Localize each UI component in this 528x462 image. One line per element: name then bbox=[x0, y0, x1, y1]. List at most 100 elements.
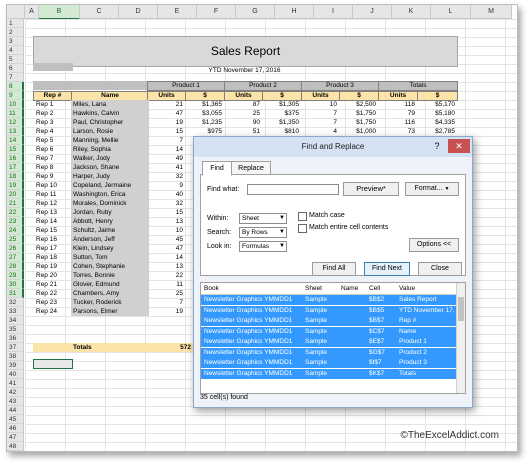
cell-u1[interactable]: 15 bbox=[147, 127, 183, 136]
results-scrollbar[interactable] bbox=[456, 283, 465, 393]
cell-u1[interactable]: 14 bbox=[147, 145, 183, 154]
select-all-corner[interactable] bbox=[7, 5, 25, 19]
row-header-27[interactable]: 27 bbox=[7, 253, 24, 262]
cell-d3[interactable]: $1,000 bbox=[339, 127, 376, 136]
cell-u1[interactable]: 22 bbox=[147, 271, 183, 280]
cell-rep[interactable]: Rep 24 bbox=[36, 307, 69, 316]
row-header-33[interactable]: 33 bbox=[7, 307, 24, 316]
cell-name[interactable]: Walker, Jody bbox=[71, 154, 149, 163]
row-header-15[interactable]: 15 bbox=[7, 145, 24, 154]
cell-u2[interactable]: 90 bbox=[224, 118, 260, 127]
results-list[interactable]: Book Sheet Name Cell Value Newsletter Gr… bbox=[200, 282, 466, 394]
cell-u1[interactable]: 15 bbox=[147, 208, 183, 217]
cell-name[interactable]: Harper, Judy bbox=[71, 172, 149, 181]
cell-d2[interactable]: $810 bbox=[262, 127, 299, 136]
row-header-43[interactable]: 43 bbox=[7, 397, 24, 406]
col-cell[interactable]: Cell bbox=[369, 285, 380, 292]
cell-dt[interactable]: $5,170 bbox=[417, 100, 455, 109]
cell-rep[interactable]: Rep 21 bbox=[36, 280, 69, 289]
column-header-c[interactable]: C bbox=[80, 5, 119, 19]
options-button[interactable]: Options << bbox=[409, 238, 459, 252]
cell-rep[interactable]: Rep 23 bbox=[36, 298, 69, 307]
cell-rep[interactable]: Rep 2 bbox=[36, 109, 69, 118]
column-header-l[interactable]: L bbox=[431, 5, 471, 19]
active-cell[interactable] bbox=[33, 359, 73, 369]
cell-d2[interactable]: $375 bbox=[262, 109, 299, 118]
row-header-30[interactable]: 30 bbox=[7, 280, 24, 289]
cell-rep[interactable]: Rep 13 bbox=[36, 208, 69, 217]
column-header-i[interactable]: I bbox=[314, 5, 353, 19]
row-header-8[interactable]: 8 bbox=[7, 82, 24, 91]
cell-u1[interactable]: 7 bbox=[147, 298, 183, 307]
row-header-23[interactable]: 23 bbox=[7, 217, 24, 226]
result-row[interactable]: Newsletter Graphics YMMDD1 Sample $G$7 Prod… bbox=[201, 347, 457, 358]
cell-name[interactable]: Sutton, Tom bbox=[71, 253, 149, 262]
help-icon[interactable]: ? bbox=[430, 139, 444, 153]
cell-d1[interactable]: $3,055 bbox=[185, 109, 222, 118]
row-header-2[interactable]: 2 bbox=[7, 28, 24, 37]
result-row[interactable]: Newsletter Graphics YMMDD1 Sample $K$7 Tota… bbox=[201, 368, 457, 379]
cell-u3[interactable]: 7 bbox=[301, 109, 337, 118]
row-header-44[interactable]: 44 bbox=[7, 406, 24, 415]
cell-name[interactable]: Klein, Lindsey bbox=[71, 244, 149, 253]
row-header-46[interactable]: 46 bbox=[7, 424, 24, 433]
cell-rep[interactable]: Rep 6 bbox=[36, 145, 69, 154]
row-header-20[interactable]: 20 bbox=[7, 190, 24, 199]
result-row[interactable]: Newsletter Graphics YMMDD1 Sample $B$7 Rep … bbox=[201, 316, 457, 326]
column-header-a[interactable]: A bbox=[25, 5, 39, 19]
cell-name[interactable]: Hawkins, Calvin bbox=[71, 109, 149, 118]
cell-rep[interactable]: Rep 8 bbox=[36, 163, 69, 172]
cell-name[interactable]: Glover, Edmund bbox=[71, 280, 149, 289]
cell-name[interactable]: Jackson, Shane bbox=[71, 163, 149, 172]
cell-d1[interactable]: $975 bbox=[185, 127, 222, 136]
cell-rep[interactable]: Rep 19 bbox=[36, 262, 69, 271]
result-row[interactable]: Newsletter Graphics YMMDD1 Sample $I$7 Prod… bbox=[201, 358, 457, 368]
row-header-19[interactable]: 19 bbox=[7, 181, 24, 190]
cell-rep[interactable]: Rep 5 bbox=[36, 136, 69, 145]
col-name[interactable]: Name bbox=[341, 285, 358, 292]
cell-d2[interactable]: $1,350 bbox=[262, 118, 299, 127]
row-header-48[interactable]: 48 bbox=[7, 442, 24, 451]
cell-u1[interactable]: 10 bbox=[147, 226, 183, 235]
row-header-34[interactable]: 34 bbox=[7, 316, 24, 325]
row-header-12[interactable]: 12 bbox=[7, 118, 24, 127]
cell-name[interactable]: Manning, Mellie bbox=[71, 136, 149, 145]
cell-name[interactable]: Riley, Sophia bbox=[71, 145, 149, 154]
cell-dt[interactable]: $2,785 bbox=[417, 127, 455, 136]
result-row[interactable]: Newsletter Graphics YMMDD1 Sample $B$2 Sale… bbox=[201, 295, 457, 305]
close-button[interactable]: Close bbox=[418, 262, 462, 276]
search-select[interactable]: By Rows ▼ bbox=[239, 227, 287, 238]
row-header-32[interactable]: 32 bbox=[7, 298, 24, 307]
row-header-22[interactable]: 22 bbox=[7, 208, 24, 217]
row-header-21[interactable]: 21 bbox=[7, 199, 24, 208]
cell-u1[interactable]: 41 bbox=[147, 163, 183, 172]
cell-rep[interactable]: Rep 9 bbox=[36, 172, 69, 181]
cell-u1[interactable]: 40 bbox=[147, 190, 183, 199]
cell-u1[interactable]: 47 bbox=[147, 244, 183, 253]
cell-u1[interactable]: 13 bbox=[147, 217, 183, 226]
cell-name[interactable]: Larson, Rosie bbox=[71, 127, 149, 136]
row-header-42[interactable]: 42 bbox=[7, 388, 24, 397]
scrollbar-thumb[interactable] bbox=[458, 297, 464, 321]
cell-rep[interactable]: Rep 15 bbox=[36, 226, 69, 235]
row-header-37[interactable]: 37 bbox=[7, 343, 24, 352]
row-header-14[interactable]: 14 bbox=[7, 136, 24, 145]
cell-rep[interactable]: Rep 16 bbox=[36, 235, 69, 244]
cell-u2[interactable]: 51 bbox=[224, 127, 260, 136]
cell-name[interactable]: Schultz, Jaime bbox=[71, 226, 149, 235]
cell-u1[interactable]: 25 bbox=[147, 289, 183, 298]
column-header-e[interactable]: E bbox=[158, 5, 197, 19]
cell-u1[interactable]: 49 bbox=[147, 154, 183, 163]
row-header-45[interactable]: 45 bbox=[7, 415, 24, 424]
row-header-25[interactable]: 25 bbox=[7, 235, 24, 244]
cell-ut[interactable]: 116 bbox=[378, 118, 415, 127]
cell-rep[interactable]: Rep 11 bbox=[36, 190, 69, 199]
row-header-41[interactable]: 41 bbox=[7, 379, 24, 388]
cell-d1[interactable]: $1,235 bbox=[185, 118, 222, 127]
row-header-47[interactable]: 47 bbox=[7, 433, 24, 442]
match-case-checkbox[interactable] bbox=[298, 212, 307, 221]
cell-name[interactable]: Chambers, Amy bbox=[71, 289, 149, 298]
cell-rep[interactable]: Rep 17 bbox=[36, 244, 69, 253]
cell-u1[interactable]: 45 bbox=[147, 235, 183, 244]
cell-rep[interactable]: Rep 18 bbox=[36, 253, 69, 262]
